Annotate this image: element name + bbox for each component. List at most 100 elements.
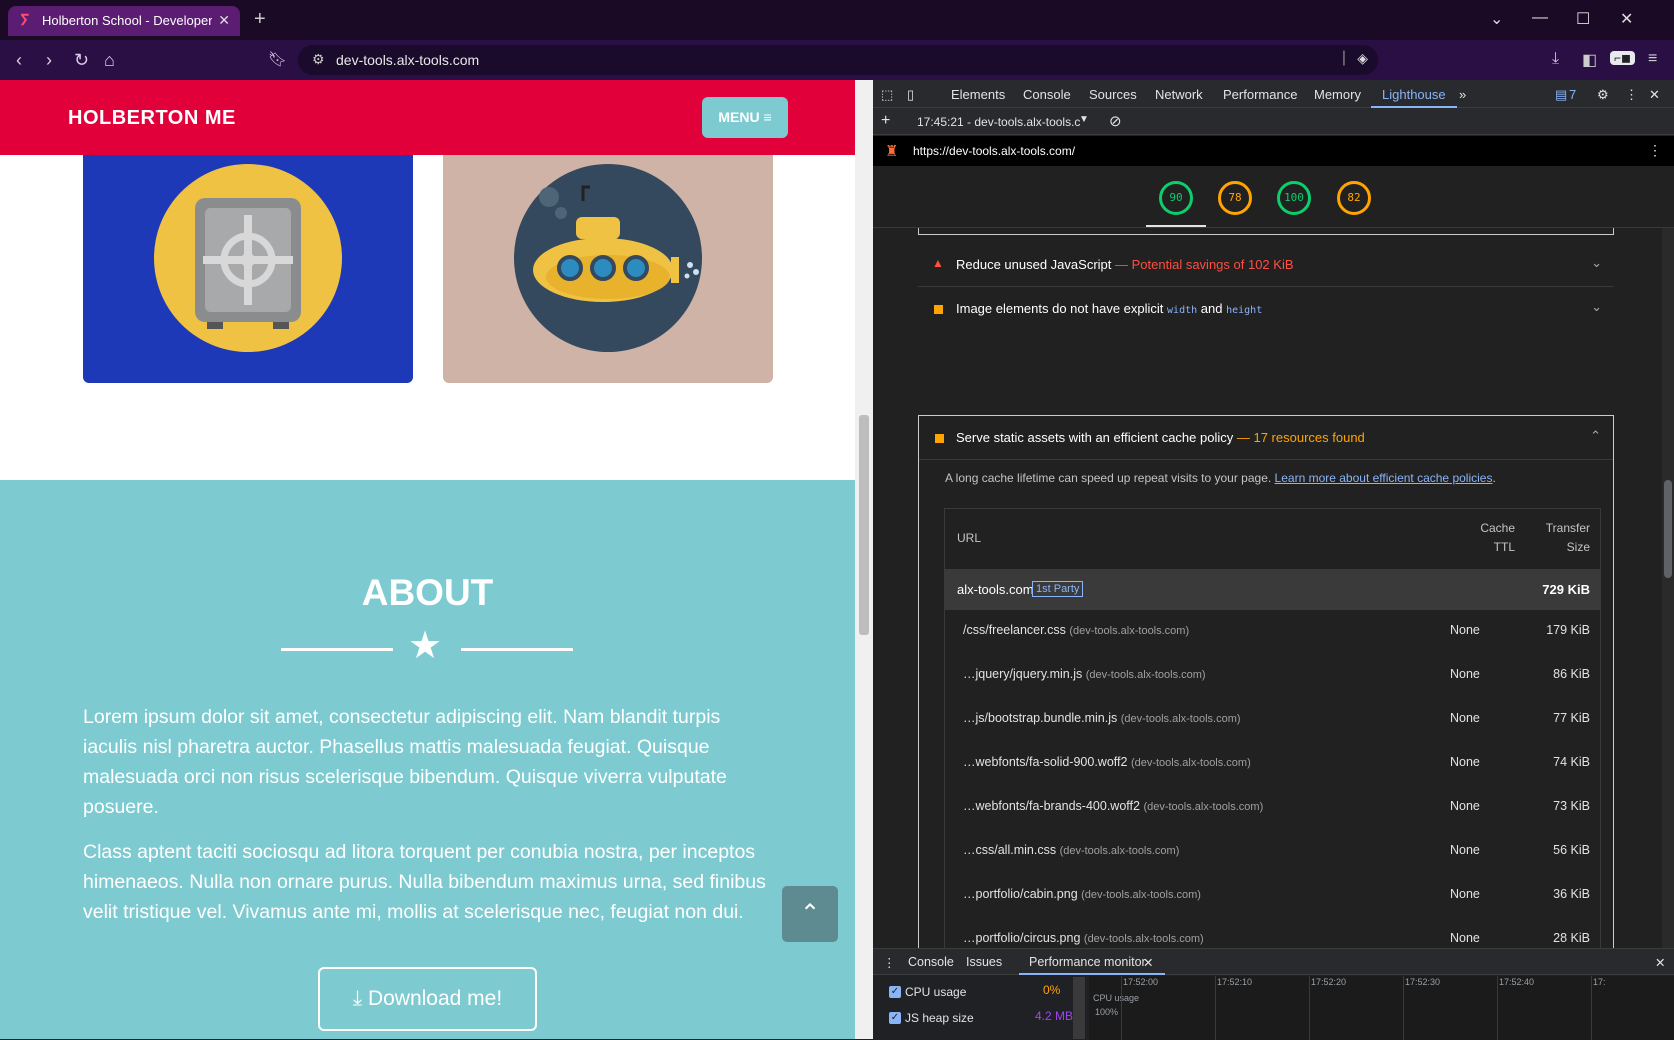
close-tab-icon[interactable]: ✕ (1143, 955, 1153, 970)
metrics-scrollbar[interactable] (1073, 977, 1085, 1039)
drawer-tab-issues[interactable]: Issues (966, 955, 1002, 969)
resource-url[interactable]: …webfonts/fa-solid-900.woff2 (dev-tools.… (963, 755, 1251, 769)
col-url: URL (957, 531, 982, 545)
hamburger-icon: ≡ (763, 109, 772, 125)
download-icon[interactable]: ⤓ (1552, 50, 1559, 68)
report-menu-icon[interactable]: ⋮ (1648, 142, 1662, 159)
gauge-best-practices[interactable]: 100 (1277, 181, 1311, 215)
back-icon[interactable]: ‹ (16, 50, 22, 71)
tab-search-icon[interactable]: ⌄ (1490, 9, 1503, 29)
close-tab-icon[interactable]: ✕ (218, 12, 230, 29)
resource-url[interactable]: …css/all.min.css (dev-tools.alx-tools.co… (963, 843, 1179, 857)
site-settings-icon[interactable]: ⚙ (312, 51, 325, 68)
shields-icon[interactable]: ◈ (1357, 50, 1368, 67)
tab-console[interactable]: Console (1023, 87, 1071, 102)
portfolio-card-safe[interactable] (83, 155, 413, 383)
menu-button[interactable]: MENU ≡ (702, 97, 788, 138)
home-icon[interactable]: ⌂ (104, 50, 115, 71)
menu-icon[interactable]: ≡ (1648, 50, 1657, 68)
audit-image-dimensions[interactable]: Image elements do not have explicit widt… (918, 287, 1614, 331)
resource-url[interactable]: …js/bootstrap.bundle.min.js (dev-tools.a… (963, 711, 1241, 725)
heap-checkbox[interactable]: ✓ (889, 1012, 901, 1024)
audit-title: Image elements do not have explicit (956, 301, 1164, 316)
tab-network[interactable]: Network (1155, 87, 1203, 102)
tab-elements[interactable]: Elements (951, 87, 1005, 102)
resource-path: …webfonts/fa-brands-400.woff2 (963, 799, 1140, 813)
resource-url[interactable]: …webfonts/fa-brands-400.woff2 (dev-tools… (963, 799, 1263, 813)
clear-icon[interactable]: ⊘ (1109, 112, 1122, 130)
issues-count[interactable]: 7 (1569, 87, 1576, 102)
cpu-value: 0% (1043, 983, 1061, 997)
device-toolbar-icon[interactable]: ▯ (907, 87, 914, 103)
site-brand[interactable]: HOLBERTON ME (68, 107, 236, 130)
col-ttl-1: Cache (1480, 521, 1515, 535)
resource-url[interactable]: …portfolio/cabin.png (dev-tools.alx-tool… (963, 887, 1201, 901)
audit-description: A long cache lifetime can speed up repea… (945, 471, 1496, 485)
gauge-seo[interactable]: 82 (1337, 181, 1371, 215)
audit-title: Serve static assets with an efficient ca… (956, 430, 1234, 445)
resource-url[interactable]: …portfolio/circus.png (dev-tools.alx-too… (963, 931, 1204, 945)
cpu-graph: CPU usage 100% 17:52:00 17:52:10 17:52:20 1… (1089, 976, 1674, 1040)
tab-sources[interactable]: Sources (1089, 87, 1137, 102)
resource-size: 73 KiB (1553, 799, 1590, 813)
table-header: URL Cache TTL Transfer Size (945, 509, 1600, 569)
inspect-icon[interactable]: ⬚ (881, 87, 893, 103)
resource-url[interactable]: …jquery/jquery.min.js (dev-tools.alx-too… (963, 667, 1206, 681)
new-report-icon[interactable]: + (881, 112, 890, 130)
time-gridline (1591, 976, 1592, 1040)
table-row: …portfolio/cabin.png (dev-tools.alx-tool… (945, 874, 1600, 915)
close-drawer-icon[interactable]: ✕ (1655, 955, 1665, 970)
audit-list: ▲ Reduce unused JavaScript — Potential s… (873, 228, 1674, 1028)
private-icon[interactable]: ⌐◼ (1610, 51, 1635, 65)
devtools-scrollbar[interactable] (1662, 228, 1674, 948)
audit-cache-header[interactable]: Serve static assets with an efficient ca… (919, 416, 1613, 460)
maximize-icon[interactable]: ☐ (1576, 9, 1590, 29)
chevron-up-icon: ⌃ (799, 900, 821, 927)
report-selector[interactable]: 17:45:21 - dev-tools.alx-tools.c (917, 115, 1080, 129)
devtools-scroll-thumb[interactable] (1664, 480, 1672, 578)
issues-icon[interactable]: ▤ (1555, 87, 1567, 103)
minimize-icon[interactable]: — (1532, 9, 1548, 27)
resource-ttl: None (1450, 887, 1480, 901)
gauge-performance[interactable]: 90 (1159, 181, 1193, 215)
col-size-1: Transfer (1545, 521, 1590, 535)
page-scrollbar[interactable] (855, 80, 873, 1039)
group-size: 729 KiB (1542, 582, 1590, 597)
new-tab-icon[interactable]: + (254, 8, 266, 31)
audit-unused-javascript[interactable]: ▲ Reduce unused JavaScript — Potential s… (918, 243, 1614, 287)
close-window-icon[interactable]: ✕ (1620, 9, 1633, 29)
download-button[interactable]: ⤓ Download me! (318, 967, 537, 1031)
safe-icon (154, 164, 342, 352)
resource-path: /css/freelancer.css (963, 623, 1066, 637)
audit-title: Reduce unused JavaScript (956, 257, 1112, 272)
close-devtools-icon[interactable]: ✕ (1649, 87, 1660, 103)
gauge-accessibility[interactable]: 78 (1218, 181, 1252, 215)
page-scroll-thumb[interactable] (859, 415, 869, 635)
drawer-menu-icon[interactable]: ⋮ (883, 955, 896, 970)
tab-memory[interactable]: Memory (1314, 87, 1361, 102)
drawer-tab-console[interactable]: Console (908, 955, 954, 969)
resource-size: 28 KiB (1553, 931, 1590, 945)
reload-icon[interactable]: ↻ (74, 50, 89, 71)
more-tabs-icon[interactable]: » (1459, 87, 1466, 102)
scroll-to-top-button[interactable]: ⌃ (782, 886, 838, 942)
heap-value: 4.2 MB (1035, 1009, 1074, 1023)
drawer-tab-performance-monitor[interactable]: Performance monitor (1029, 955, 1146, 969)
forward-icon[interactable]: › (46, 50, 52, 71)
kebab-menu-icon[interactable]: ⋮ (1625, 87, 1638, 103)
bookmark-icon[interactable]: 🔖︎ (268, 50, 287, 68)
col-ttl-2: TTL (1493, 540, 1515, 554)
cpu-checkbox[interactable]: ✓ (889, 986, 901, 998)
sidebar-icon[interactable]: ◧ (1582, 50, 1597, 70)
tab-lighthouse[interactable]: Lighthouse (1382, 87, 1446, 102)
time-gridline (1309, 976, 1310, 1040)
portfolio-card-submarine[interactable] (443, 155, 773, 383)
settings-icon[interactable]: ⚙ (1597, 87, 1609, 103)
url-field[interactable]: ⚙ dev-tools.alx-tools.com | ◈ (298, 45, 1378, 75)
tab-performance[interactable]: Performance (1223, 87, 1297, 102)
resource-host: (dev-tools.alx-tools.com) (1069, 625, 1190, 637)
browser-tab[interactable]: ⵢ Holberton School - Developer t ✕ (8, 6, 240, 36)
resource-size: 36 KiB (1553, 887, 1590, 901)
resource-url[interactable]: /css/freelancer.css (dev-tools.alx-tools… (963, 623, 1189, 637)
learn-more-link[interactable]: Learn more about efficient cache policie… (1275, 471, 1493, 485)
